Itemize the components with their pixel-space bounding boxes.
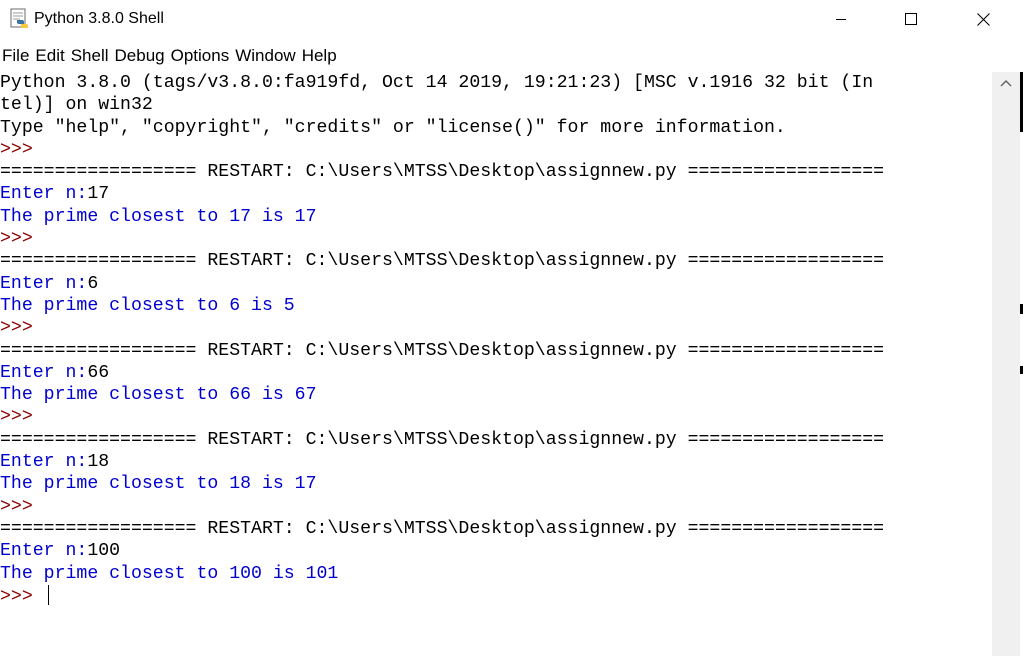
stdout-text: The prime closest to 18 is 17	[0, 474, 317, 495]
program-output-line: Enter n:6	[0, 273, 992, 295]
window-title: Python 3.8.0 Shell	[34, 10, 164, 27]
minimize-button[interactable]	[818, 0, 864, 38]
banner-text: Type "help", "copyright", "credits" or "…	[0, 117, 786, 138]
maximize-button[interactable]	[888, 0, 934, 38]
edge-mark	[1020, 72, 1023, 132]
title-bar[interactable]: Python 3.8.0 Shell	[0, 0, 1024, 40]
prompt-marker: >>>	[0, 407, 44, 428]
restart-banner: ================== RESTART: C:\Users\MTS…	[0, 161, 992, 183]
menu-help[interactable]: Help	[300, 44, 341, 68]
prompt-marker: >>>	[0, 496, 44, 517]
shell-prompt-line: >>>	[0, 139, 992, 161]
restart-banner: ================== RESTART: C:\Users\MTS…	[0, 429, 992, 451]
menu-bar: File Edit Shell Debug Options Window Hel…	[0, 44, 341, 68]
restart-text: ================== RESTART: C:\Users\MTS…	[0, 429, 885, 450]
close-icon	[976, 12, 990, 26]
stdout-text: Enter n:	[0, 273, 88, 294]
stdout-text: Enter n:	[0, 541, 88, 562]
user-input-text: 17	[87, 184, 110, 205]
maximize-icon	[905, 13, 917, 25]
stdout-text: The prime closest to 6 is 5	[0, 295, 295, 316]
python-idle-icon	[8, 8, 30, 30]
stdout-text: The prime closest to 100 is 101	[0, 563, 339, 584]
menu-window[interactable]: Window	[233, 44, 299, 68]
stdout-text: The prime closest to 66 is 67	[0, 385, 317, 406]
stdout-text: Enter n:	[0, 452, 88, 473]
stdout-text: Enter n:	[0, 184, 88, 205]
banner-text: Python 3.8.0 (tags/v3.8.0:fa919fd, Oct 1…	[0, 73, 874, 93]
prompt-marker: >>>	[0, 139, 44, 160]
stdout-text: Enter n:	[0, 362, 88, 383]
menu-debug[interactable]: Debug	[113, 44, 169, 68]
user-input-text: 6	[87, 273, 99, 294]
program-output-line: Enter n:17	[0, 183, 992, 205]
idle-shell-window: Python 3.8.0 Shell File Edit Shell Debug…	[0, 0, 1024, 656]
restart-text: ================== RESTART: C:\Users\MTS…	[0, 251, 885, 272]
edge-mark	[1020, 304, 1023, 314]
shell-prompt-line: >>>	[0, 406, 992, 428]
minimize-icon	[836, 19, 846, 20]
text-cursor	[47, 584, 49, 605]
prompt-marker: >>>	[0, 318, 44, 339]
banner-text: tel)] on win32	[0, 95, 153, 116]
program-output-line: Enter n:100	[0, 540, 992, 562]
shell-text-area[interactable]: Python 3.8.0 (tags/v3.8.0:fa919fd, Oct 1…	[0, 72, 992, 656]
edge-mark	[1020, 366, 1023, 374]
program-output-line: The prime closest to 66 is 67	[0, 384, 992, 406]
restart-banner: ================== RESTART: C:\Users\MTS…	[0, 518, 992, 540]
prompt-marker: >>>	[0, 586, 44, 607]
restart-text: ================== RESTART: C:\Users\MTS…	[0, 340, 885, 361]
shell-prompt-line: >>>	[0, 496, 992, 518]
scroll-up-arrow-icon	[1000, 80, 1012, 87]
user-input-text: 100	[87, 541, 121, 562]
menu-file[interactable]: File	[0, 44, 33, 68]
restart-banner: ================== RESTART: C:\Users\MTS…	[0, 250, 992, 272]
restart-banner: ================== RESTART: C:\Users\MTS…	[0, 340, 992, 362]
vertical-scrollbar[interactable]	[992, 72, 1020, 656]
shell-output-line: tel)] on win32	[0, 94, 992, 116]
menu-shell[interactable]: Shell	[69, 44, 113, 68]
program-output-line: The prime closest to 17 is 17	[0, 206, 992, 228]
restart-text: ================== RESTART: C:\Users\MTS…	[0, 518, 885, 539]
close-button[interactable]	[960, 0, 1006, 38]
prompt-marker: >>>	[0, 229, 44, 250]
shell-output-line: Python 3.8.0 (tags/v3.8.0:fa919fd, Oct 1…	[0, 72, 992, 94]
shell-prompt-line: >>>	[0, 228, 992, 250]
program-output-line: The prime closest to 18 is 17	[0, 473, 992, 495]
menu-edit[interactable]: Edit	[33, 44, 68, 68]
window-edge	[1020, 72, 1024, 656]
program-output-line: The prime closest to 100 is 101	[0, 563, 992, 585]
program-output-line: Enter n:66	[0, 362, 992, 384]
program-output-line: Enter n:18	[0, 451, 992, 473]
menu-options[interactable]: Options	[169, 44, 234, 68]
program-output-line: The prime closest to 6 is 5	[0, 295, 992, 317]
stdout-text: The prime closest to 17 is 17	[0, 206, 317, 227]
shell-prompt-line: >>>	[0, 584, 992, 607]
shell-output-line: Type "help", "copyright", "credits" or "…	[0, 117, 992, 139]
user-input-text: 18	[87, 452, 110, 473]
restart-text: ================== RESTART: C:\Users\MTS…	[0, 162, 885, 183]
user-input-text: 66	[87, 362, 110, 383]
scroll-up-button[interactable]	[992, 72, 1020, 94]
shell-prompt-line: >>>	[0, 317, 992, 339]
